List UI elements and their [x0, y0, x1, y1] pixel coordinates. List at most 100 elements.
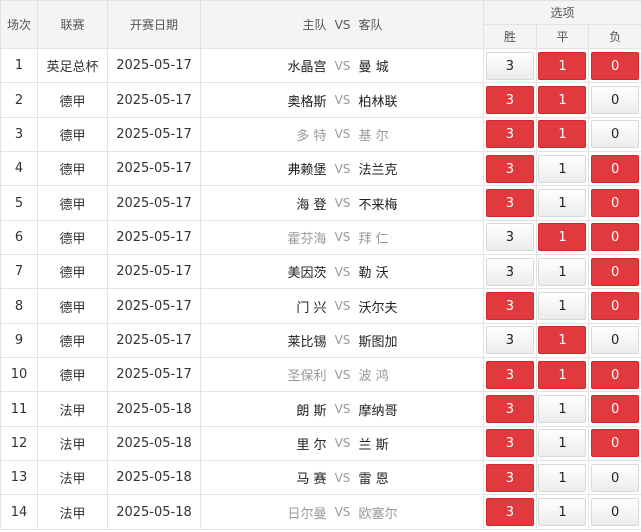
option-cell-draw: 1 — [535, 151, 590, 187]
option-win-button[interactable]: 3 — [485, 395, 534, 424]
match-date: 2025-05-18 — [107, 391, 201, 427]
match-date: 2025-05-18 — [107, 460, 201, 496]
option-lose-button[interactable]: 0 — [591, 326, 640, 355]
header-lose: 负 — [588, 24, 641, 49]
option-lose-button[interactable]: 0 — [591, 360, 640, 389]
table-row: 2 德甲 2025-05-17 奥格斯 VS 柏林联 3 1 0 — [0, 82, 641, 118]
option-draw-button[interactable]: 1 — [538, 395, 587, 424]
match-index: 6 — [0, 219, 38, 256]
table-row: 6 德甲 2025-05-17 霍芬海 VS 拜 仁 310 — [0, 219, 641, 256]
option-lose-button[interactable]: 0 — [591, 498, 640, 527]
home-team: 朗 斯 — [296, 403, 327, 419]
option-draw-button[interactable]: 1 — [538, 360, 587, 389]
option-draw-button[interactable]: 1 — [538, 292, 587, 321]
home-team: 里 尔 — [296, 437, 327, 453]
option-draw-button[interactable]: 1 — [538, 326, 587, 355]
option-win-button[interactable]: 3 — [485, 189, 534, 218]
header-win: 胜 — [483, 24, 537, 49]
header-options: 选项 — [483, 0, 641, 25]
home-team: 霍芬海 — [287, 231, 327, 247]
match-date: 2025-05-17 — [107, 288, 201, 324]
option-cell-win: 3 — [483, 116, 537, 153]
league-name: 法甲 — [37, 460, 108, 496]
option-win-button[interactable]: 3 — [485, 429, 534, 458]
option-draw-button[interactable]: 1 — [538, 498, 587, 527]
vs-label: VS — [334, 505, 351, 520]
match-date: 2025-05-17 — [107, 219, 201, 256]
match-index: 5 — [0, 185, 38, 221]
away-team: 摩纳哥 — [358, 403, 398, 419]
table-row: 5 德甲 2025-05-17 海 登 VS 不来梅 3 1 0 — [0, 185, 641, 221]
option-draw-button[interactable]: 1 — [538, 463, 587, 492]
option-draw-button[interactable]: 1 — [538, 223, 587, 252]
match-index: 11 — [0, 391, 38, 427]
match-cell: 多 特 VS 基 尔 — [200, 116, 484, 153]
away-team: 拜 仁 — [358, 231, 389, 247]
option-win-button[interactable]: 3 — [485, 360, 534, 389]
home-team: 海 登 — [296, 197, 327, 213]
table-row: 1 英足总杯 2025-05-17 水晶宫 VS 曼 城310 — [0, 47, 641, 84]
table-row: 9 德甲 2025-05-17 莱比锡 VS 斯图加 3 1 0 — [0, 322, 641, 359]
option-cell-lose: 0 — [588, 322, 641, 359]
option-win-button[interactable]: 3 — [485, 257, 534, 286]
option-win-button[interactable]: 3 — [485, 292, 534, 321]
table-row: 7 德甲 2025-05-17 美因茨 VS 勒 沃 310 — [0, 254, 641, 290]
option-cell-lose: 0 — [588, 151, 641, 187]
away-team: 勒 沃 — [358, 266, 389, 282]
option-lose-button[interactable]: 0 — [591, 257, 640, 286]
option-lose-button[interactable]: 0 — [591, 292, 640, 321]
league-name: 法甲 — [37, 425, 108, 462]
home-team: 美因茨 — [287, 266, 327, 282]
option-draw-button[interactable]: 1 — [538, 120, 587, 149]
option-cell-draw: 1 — [535, 254, 590, 290]
option-cell-draw: 1 — [535, 82, 590, 118]
option-win-button[interactable]: 3 — [485, 120, 534, 149]
option-cell-draw: 1 — [535, 116, 590, 153]
option-win-button[interactable]: 3 — [485, 86, 534, 115]
option-win-button[interactable]: 3 — [485, 154, 534, 183]
option-lose-button[interactable]: 0 — [591, 395, 640, 424]
vs-label: VS — [334, 402, 351, 417]
vs-label: VS — [334, 264, 351, 279]
header-league: 联赛 — [37, 0, 108, 49]
match-cell: 海 登 VS 不来梅 — [200, 185, 484, 221]
match-cell: 莱比锡 VS 斯图加 — [200, 322, 484, 359]
match-index: 10 — [0, 357, 38, 393]
option-lose-button[interactable]: 0 — [591, 120, 640, 149]
option-lose-button[interactable]: 0 — [591, 463, 640, 492]
option-cell-draw: 1 — [535, 494, 590, 530]
option-cell-win: 3 — [483, 494, 537, 530]
home-team: 马 赛 — [296, 472, 327, 488]
home-team: 门 兴 — [296, 300, 327, 316]
option-win-button[interactable]: 3 — [485, 463, 534, 492]
option-lose-button[interactable]: 0 — [591, 86, 640, 115]
lottery-table: 场次 联赛 开赛日期 主队 VS 客队 选项 胜 平 负 1 英足总杯 2025-0… — [0, 0, 641, 530]
match-index: 14 — [0, 494, 38, 530]
option-win-button[interactable]: 3 — [485, 326, 534, 355]
match-cell: 日尔曼 VS 欧塞尔 — [200, 494, 484, 530]
away-team: 雷 恩 — [358, 472, 389, 488]
option-win-button[interactable]: 3 — [485, 51, 534, 80]
vs-label: VS — [334, 470, 351, 485]
option-lose-button[interactable]: 0 — [591, 189, 640, 218]
option-win-button[interactable]: 3 — [485, 223, 534, 252]
option-draw-button[interactable]: 1 — [538, 154, 587, 183]
option-draw-button[interactable]: 1 — [538, 189, 587, 218]
option-lose-button[interactable]: 0 — [591, 51, 640, 80]
option-lose-button[interactable]: 0 — [591, 154, 640, 183]
option-draw-button[interactable]: 1 — [538, 429, 587, 458]
option-cell-lose: 0 — [588, 219, 641, 256]
option-draw-button[interactable]: 1 — [538, 51, 587, 80]
option-lose-button[interactable]: 0 — [591, 223, 640, 252]
option-draw-button[interactable]: 1 — [538, 86, 587, 115]
home-team: 奥格斯 — [287, 94, 327, 110]
option-cell-lose: 0 — [588, 460, 641, 496]
vs-label: VS — [334, 333, 351, 348]
vs-label: VS — [334, 127, 351, 142]
option-win-button[interactable]: 3 — [485, 498, 534, 527]
home-team: 弗赖堡 — [287, 163, 327, 179]
option-cell-lose: 0 — [588, 116, 641, 153]
option-cell-lose: 0 — [588, 254, 641, 290]
option-lose-button[interactable]: 0 — [591, 429, 640, 458]
option-draw-button[interactable]: 1 — [538, 257, 587, 286]
